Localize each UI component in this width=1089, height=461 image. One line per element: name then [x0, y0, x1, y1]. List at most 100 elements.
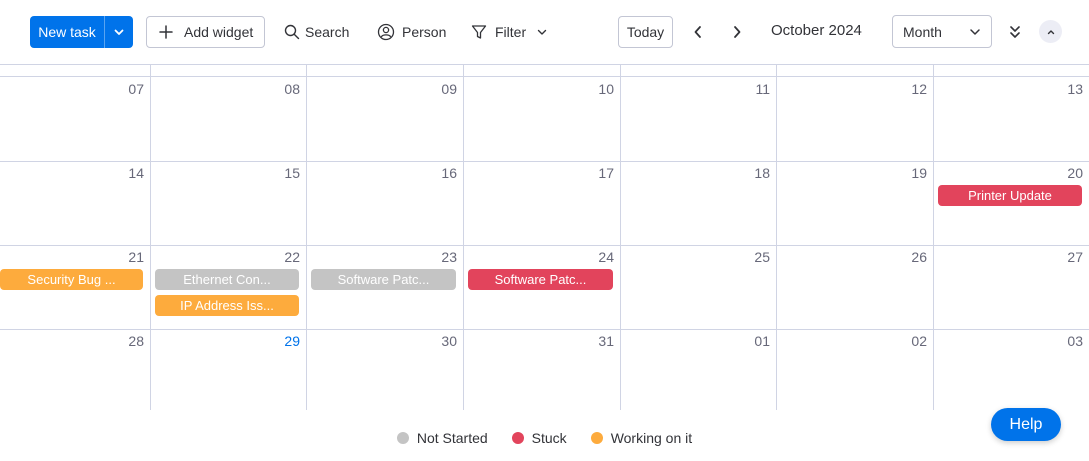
- chevron-left-icon[interactable]: [692, 25, 704, 39]
- legend-label: Stuck: [531, 430, 567, 446]
- search-button[interactable]: Search: [284, 16, 349, 48]
- task-event[interactable]: Printer Update: [938, 185, 1082, 206]
- day-number: 23: [441, 249, 457, 265]
- next-month-button[interactable]: [728, 22, 746, 42]
- day-number: 25: [754, 249, 770, 265]
- person-button[interactable]: Person: [377, 16, 446, 48]
- calendar-day-cell[interactable]: 31: [463, 329, 620, 413]
- day-number: 01: [754, 333, 770, 349]
- task-event[interactable]: IP Address Iss...: [155, 295, 299, 316]
- day-number: 22: [284, 249, 300, 265]
- legend-item: Stuck: [511, 430, 567, 446]
- calendar-day-cell[interactable]: 02: [776, 329, 933, 413]
- day-number: 14: [128, 165, 144, 181]
- status-legend: Not Started Stuck Working on it: [0, 430, 1089, 446]
- double-chevron-down-icon[interactable]: [1008, 24, 1022, 40]
- day-number: 12: [911, 81, 927, 97]
- calendar-day-cell[interactable]: 29: [150, 329, 306, 413]
- chevron-down-icon[interactable]: [536, 26, 548, 38]
- calendar-day-cell[interactable]: 27: [933, 245, 1089, 329]
- filter-button[interactable]: Filter: [471, 16, 548, 48]
- day-number: 28: [128, 333, 144, 349]
- day-number: 10: [598, 81, 614, 97]
- day-number: 26: [911, 249, 927, 265]
- status-dot-icon: [590, 432, 603, 444]
- day-number: 24: [598, 249, 614, 265]
- status-dot-icon: [396, 432, 409, 444]
- calendar-day-cell[interactable]: 14: [0, 161, 150, 245]
- calendar-top-strip: [0, 65, 1089, 77]
- search-label: Search: [305, 24, 350, 40]
- task-event[interactable]: Ethernet Con...: [155, 269, 299, 290]
- day-number: 20: [1067, 165, 1083, 181]
- legend-item: Not Started: [396, 430, 488, 446]
- day-number: 27: [1067, 249, 1083, 265]
- view-select-value: Month: [903, 23, 942, 40]
- task-event[interactable]: Software Patc...: [311, 269, 456, 290]
- calendar-day-cell[interactable]: 07: [0, 77, 150, 161]
- day-number: 31: [598, 333, 614, 349]
- calendar-day-cell[interactable]: 13: [933, 77, 1089, 161]
- day-number: 30: [441, 333, 457, 349]
- calendar-day-cell[interactable]: 10: [463, 77, 620, 161]
- calendar-day-cell[interactable]: 08: [150, 77, 306, 161]
- new-task-button[interactable]: New task: [30, 16, 133, 48]
- expand-all-button[interactable]: [1006, 22, 1024, 42]
- day-number: 29: [284, 333, 300, 349]
- calendar-day-cell[interactable]: 25: [620, 245, 776, 329]
- calendar-day-cell[interactable]: 28: [0, 329, 150, 413]
- filter-icon: [471, 25, 487, 39]
- current-month-label: October 2024: [771, 22, 862, 39]
- add-widget-label: Add widget: [184, 24, 254, 40]
- collapse-button[interactable]: [1039, 20, 1062, 43]
- calendar-day-cell[interactable]: 18: [620, 161, 776, 245]
- task-event[interactable]: Security Bug ...: [0, 269, 143, 290]
- day-number: 08: [284, 81, 300, 97]
- day-number: 07: [128, 81, 144, 97]
- calendar-day-cell[interactable]: 03: [933, 329, 1089, 413]
- calendar-day-cell[interactable]: 12: [776, 77, 933, 161]
- day-number: 13: [1067, 81, 1083, 97]
- today-label: Today: [626, 24, 665, 40]
- status-dot-icon: [511, 432, 524, 444]
- day-number: 02: [911, 333, 927, 349]
- add-widget-button[interactable]: Add widget: [146, 16, 265, 48]
- day-number: 09: [441, 81, 457, 97]
- day-number: 18: [754, 165, 770, 181]
- task-event[interactable]: Software Patc...: [468, 269, 613, 290]
- day-number: 03: [1067, 333, 1083, 349]
- chevron-down-icon[interactable]: [105, 16, 133, 48]
- today-button[interactable]: Today: [618, 16, 673, 48]
- calendar-day-cell[interactable]: 16: [306, 161, 463, 245]
- calendar-day-cell[interactable]: 15: [150, 161, 306, 245]
- legend-label: Not Started: [416, 430, 488, 446]
- calendar-day-cell[interactable]: 26: [776, 245, 933, 329]
- day-number: 21: [128, 249, 144, 265]
- calendar-day-cell[interactable]: 19: [776, 161, 933, 245]
- calendar-grid: 07 08 09 10 11 12 13 14 15 16 17 18 19 20 21 22 23 24 25 26…: [0, 64, 1089, 410]
- day-number: 15: [284, 165, 300, 181]
- calendar-day-cell[interactable]: 30: [306, 329, 463, 413]
- view-select[interactable]: Month: [892, 15, 992, 48]
- filter-label: Filter: [495, 24, 527, 40]
- plus-icon: [159, 25, 173, 39]
- previous-month-button[interactable]: [689, 22, 707, 42]
- search-icon: [284, 24, 300, 40]
- calendar-day-cell[interactable]: 17: [463, 161, 620, 245]
- new-task-label[interactable]: New task: [30, 16, 105, 48]
- chevron-right-icon[interactable]: [731, 25, 743, 39]
- day-number: 11: [755, 81, 770, 97]
- calendar-day-cell[interactable]: 11: [620, 77, 776, 161]
- day-number: 19: [911, 165, 927, 181]
- chevron-down-icon: [970, 28, 980, 35]
- help-button[interactable]: Help: [991, 408, 1061, 441]
- chevron-up-icon[interactable]: [1046, 27, 1056, 37]
- calendar-day-cell[interactable]: 09: [306, 77, 463, 161]
- toolbar: New task Add widget Search Person Filter…: [0, 0, 1089, 64]
- legend-label: Working on it: [610, 430, 693, 446]
- calendar-day-cell[interactable]: 01: [620, 329, 776, 413]
- legend-item: Working on it: [590, 430, 693, 446]
- person-icon: [377, 23, 395, 41]
- day-number: 17: [598, 165, 614, 181]
- person-label: Person: [402, 24, 447, 40]
